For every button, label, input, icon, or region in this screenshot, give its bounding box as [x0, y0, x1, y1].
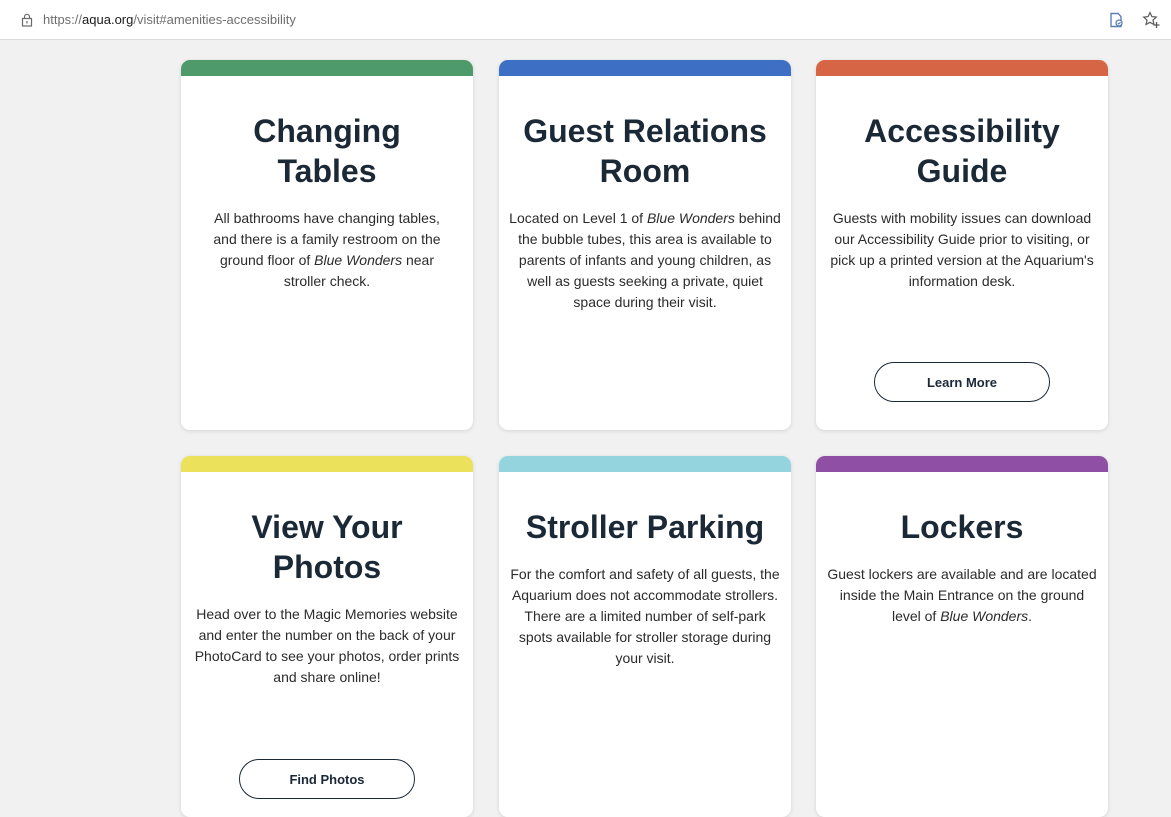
card-accent-bar [499, 456, 791, 472]
card-title: Changing Tables [253, 113, 401, 189]
favorite-star-icon[interactable] [1141, 10, 1161, 30]
card-accent-bar [181, 60, 473, 76]
url-host: aqua.org [82, 12, 134, 27]
find-photos-button[interactable]: Find Photos [239, 759, 415, 799]
card-accent-bar [499, 60, 791, 76]
card-view-your-photos: View Your Photos Head over to the Magic M… [181, 456, 473, 817]
browser-address-bar: https://aqua.org/visit#amenities-accessi… [0, 0, 1171, 40]
card-title: Guest Relations Room [523, 113, 767, 189]
card-guest-relations-room: Guest Relations Room Located on Level 1 o… [499, 60, 791, 430]
url-field[interactable]: https://aqua.org/visit#amenities-accessi… [43, 12, 296, 27]
card-title: Lockers [900, 509, 1024, 545]
url-prefix: https:// [43, 12, 83, 27]
card-accent-bar [816, 456, 1108, 472]
url-path: /visit#amenities-accessibility [133, 12, 296, 27]
card-changing-tables: Changing Tables All bathrooms have changi… [181, 60, 473, 430]
card-title: Accessibility Guide [864, 113, 1060, 189]
card-accent-bar [816, 60, 1108, 76]
card-description: Guest lockers are available and are loca… [827, 566, 1097, 624]
card-description: For the comfort and safety of all guests… [510, 566, 780, 666]
card-lockers: Lockers Guest lockers are available and … [816, 456, 1108, 817]
card-title: View Your Photos [251, 509, 403, 585]
card-accent-bar [181, 456, 473, 472]
learn-more-button[interactable]: Learn More [874, 362, 1050, 402]
card-stroller-parking: Stroller Parking For the comfort and saf… [499, 456, 791, 817]
card-description: Located on Level 1 of Blue Wonders behin… [509, 210, 781, 310]
card-title: Stroller Parking [525, 509, 765, 545]
page-info-icon[interactable] [20, 13, 34, 27]
card-accessibility-guide: Accessibility Guide Guests with mobility … [816, 60, 1108, 430]
card-description: All bathrooms have changing tables, and … [213, 210, 441, 289]
reader-mode-icon[interactable] [1107, 11, 1125, 29]
card-description: Head over to the Magic Memories website … [194, 606, 460, 685]
card-description: Guests with mobility issues can download… [830, 210, 1094, 289]
